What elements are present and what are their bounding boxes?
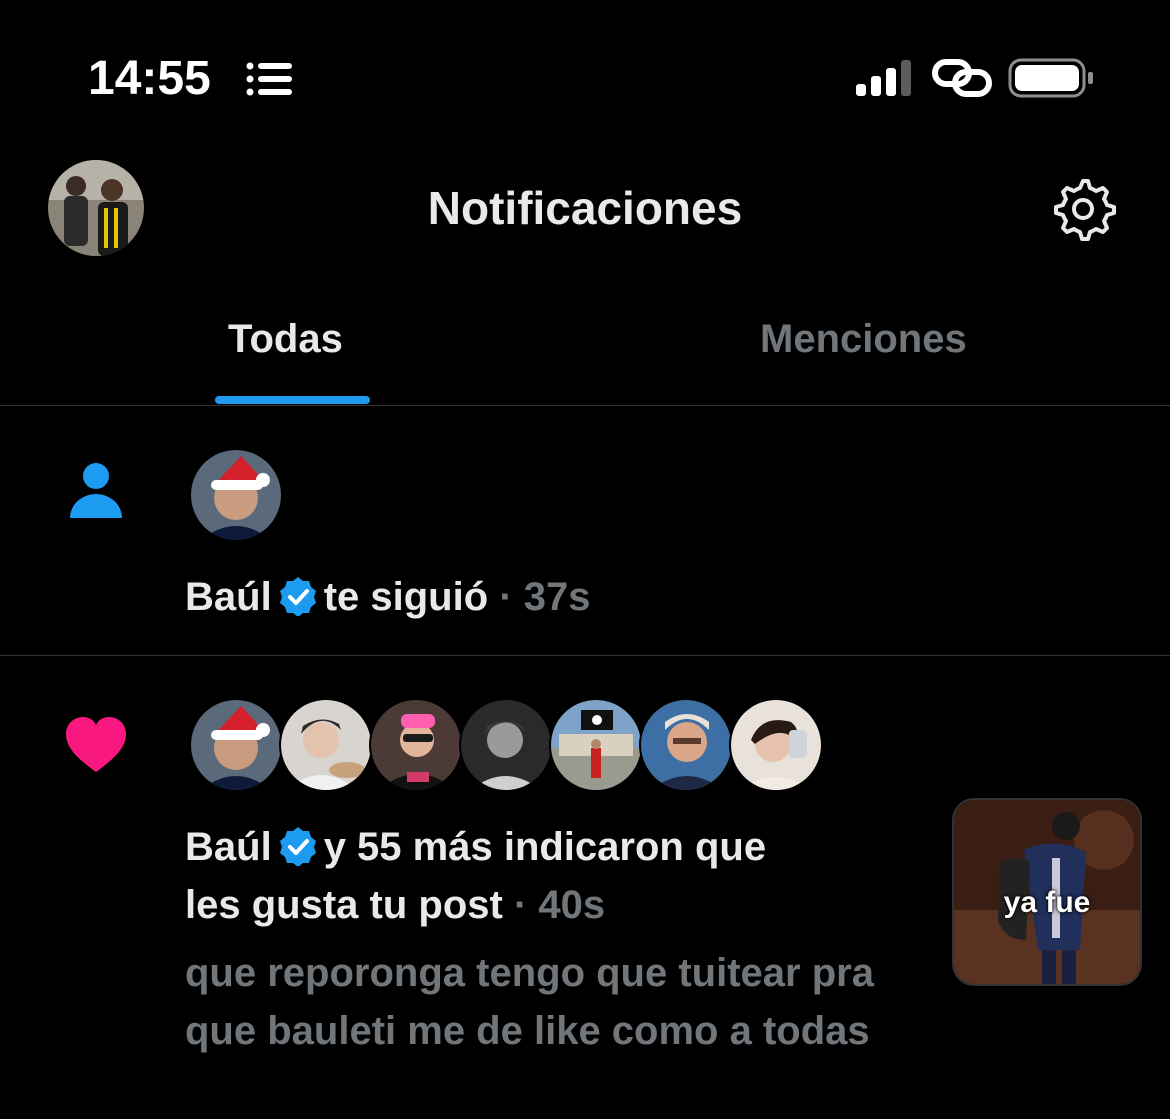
notification-divider — [0, 655, 1170, 656]
battery-icon — [1008, 58, 1093, 98]
liker-avatar[interactable] — [369, 698, 463, 792]
follow-notification-text: Baúl te siguió · 37s — [185, 568, 590, 626]
post-thumbnail[interactable]: ya fue — [952, 798, 1142, 986]
hotspot-link-icon — [932, 59, 992, 97]
tab-menciones[interactable]: Menciones — [760, 314, 967, 364]
like-notification-text: Baúl y 55 más indicaron que les gusta tu … — [185, 818, 945, 934]
gear-icon[interactable] — [1050, 176, 1116, 242]
verified-badge-icon — [279, 827, 316, 866]
liker-avatar[interactable] — [459, 698, 553, 792]
liker-avatar[interactable] — [279, 698, 373, 792]
list-icon — [246, 62, 292, 96]
follow-action: te siguió — [323, 575, 489, 619]
person-icon — [70, 463, 122, 518]
liker-avatar[interactable] — [639, 698, 733, 792]
avatar-baul[interactable] — [189, 448, 283, 542]
like-action-line1: y 55 más indicaron que — [323, 825, 767, 869]
thumbnail-caption: ya fue — [1003, 886, 1091, 919]
notification-time: · 37s — [499, 575, 591, 619]
verified-badge-icon — [279, 577, 316, 616]
liker-avatar[interactable] — [189, 698, 283, 792]
notification-time: · 40s — [513, 883, 606, 927]
liker-avatar[interactable] — [549, 698, 643, 792]
heart-icon — [66, 717, 126, 772]
active-tab-indicator — [215, 396, 370, 404]
tab-todas[interactable]: Todas — [228, 314, 343, 364]
status-time: 14:55 — [88, 52, 211, 105]
signal-icon — [856, 60, 911, 96]
like-action-line2: les gusta tu post — [185, 883, 503, 927]
liked-post-text[interactable]: que reporonga tengo que tuitear pra que … — [185, 944, 925, 1060]
notification-user-name[interactable]: Baúl — [185, 825, 272, 869]
liker-avatar[interactable] — [729, 698, 823, 792]
tabs-divider — [0, 405, 1170, 406]
page-title: Notificaciones — [427, 182, 743, 234]
notification-user-name[interactable]: Baúl — [185, 575, 272, 619]
